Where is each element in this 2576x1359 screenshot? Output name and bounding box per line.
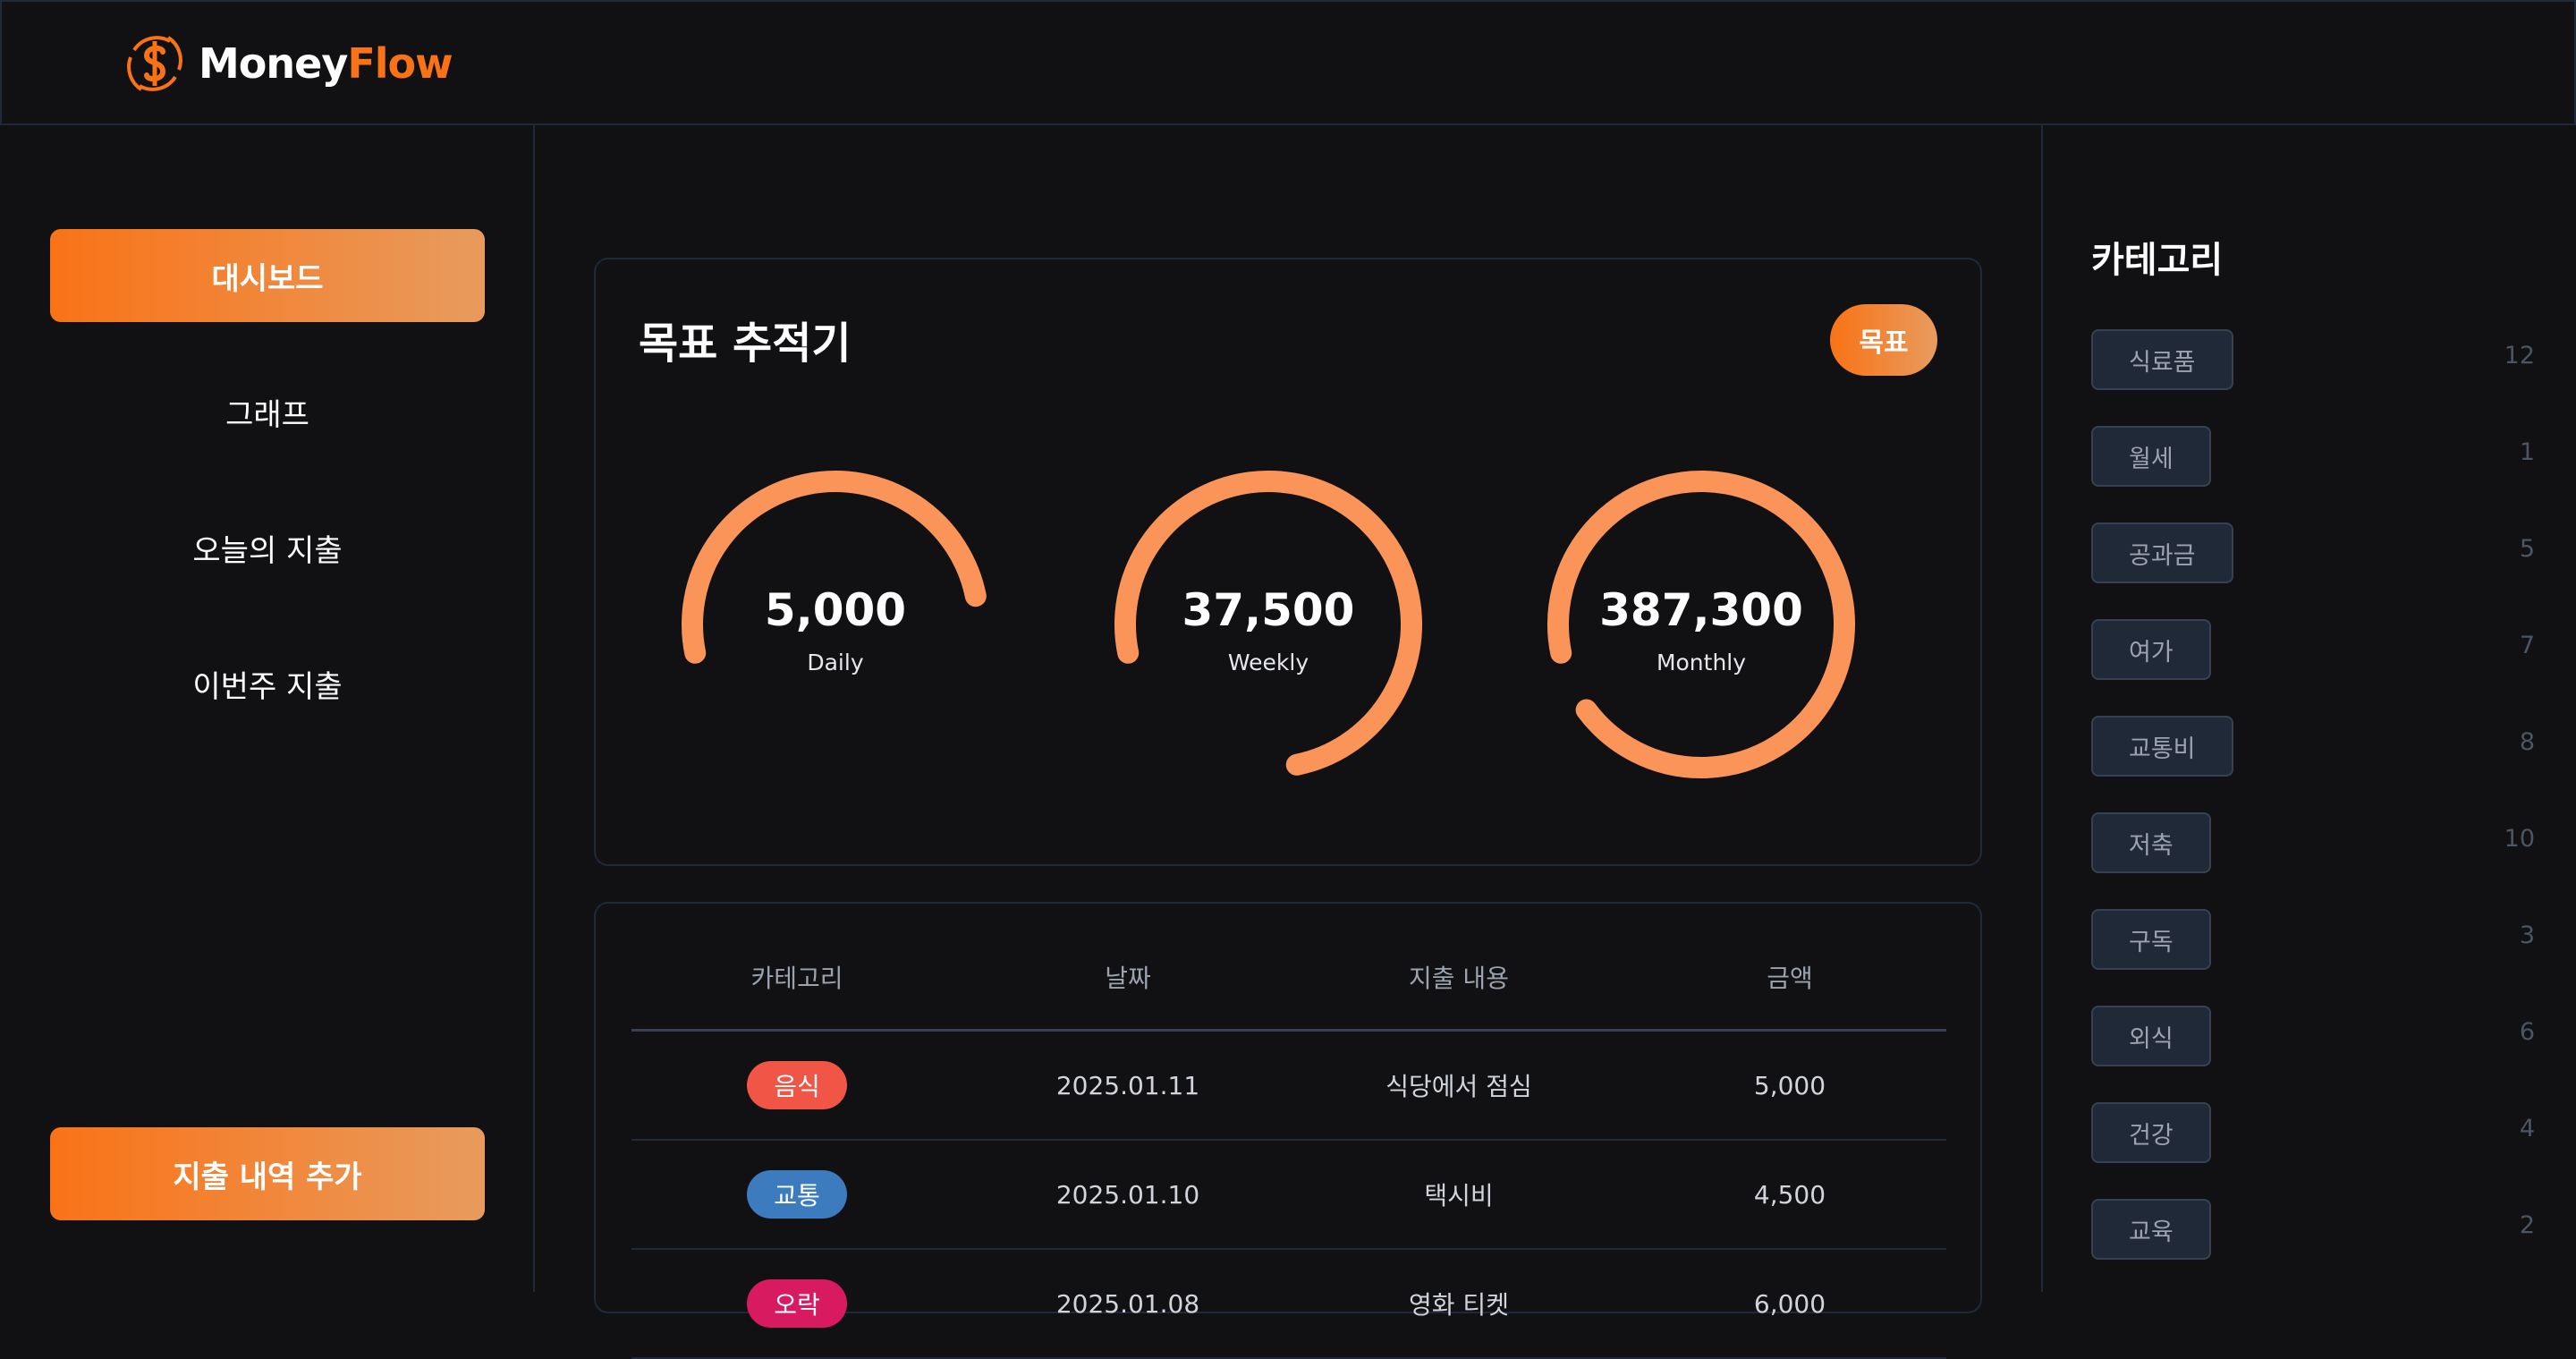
category-tag[interactable]: 식료품 (2091, 329, 2233, 390)
gauge-weekly: 37,500 Weekly (1107, 463, 1429, 786)
dollar-cycle-icon (127, 36, 182, 91)
category-item[interactable]: 건강 4 (2091, 1102, 2535, 1163)
category-item[interactable]: 저축 10 (2091, 812, 2535, 873)
category-pill: 교통 (747, 1170, 847, 1219)
category-pill: 음식 (747, 1061, 847, 1109)
category-item[interactable]: 식료품 12 (2091, 329, 2535, 390)
category-item[interactable]: 월세 1 (2091, 426, 2535, 487)
column-header-date: 날짜 (1105, 964, 1151, 993)
goal-tracker-title: 목표 추적기 (639, 319, 852, 369)
row-amount: 5,000 (1753, 1070, 1826, 1100)
sidebar: 대시보드 그래프 오늘의 지출 이번주 지출 지출 내역 추가 (0, 125, 535, 1292)
top-header: MoneyFlow (0, 0, 2576, 125)
gauge-daily-label: Daily (807, 650, 864, 675)
category-tag[interactable]: 여가 (2091, 619, 2211, 680)
gauge-daily: 5,000 Daily (674, 463, 996, 786)
expense-table: 카테고리 날짜 지출 내용 금액 음식 2025.01.11 식당에서 점심 5… (594, 902, 1982, 1359)
category-tag[interactable]: 교통비 (2091, 716, 2233, 777)
table-row[interactable]: 음식 2025.01.11 식당에서 점심 5,000 (631, 1032, 1946, 1141)
category-count: 2 (2519, 1211, 2535, 1239)
row-date: 2025.01.10 (1055, 1179, 1200, 1210)
add-expense-button[interactable]: 지출 내역 추가 (50, 1127, 485, 1220)
gauge-monthly: 387,300 Monthly (1540, 463, 1862, 786)
category-tag[interactable]: 저축 (2091, 812, 2211, 873)
category-tag[interactable]: 구독 (2091, 909, 2211, 970)
row-date: 2025.01.11 (1055, 1070, 1200, 1100)
category-count: 7 (2519, 632, 2535, 659)
gauge-weekly-value: 37,500 (1182, 584, 1355, 636)
gauge-monthly-value: 387,300 (1599, 584, 1803, 636)
category-count: 4 (2519, 1115, 2535, 1142)
category-count: 1 (2519, 438, 2535, 466)
category-item[interactable]: 구독 3 (2091, 909, 2535, 970)
row-amount: 4,500 (1753, 1179, 1826, 1210)
category-tag[interactable]: 교육 (2091, 1199, 2211, 1260)
category-panel: 카테고리 식료품 12 월세 1 공과금 5 여가 7 교통비 8 저축 10 구독 3 외식… (2041, 125, 2576, 1292)
nav-item-graph[interactable]: 그래프 (50, 365, 485, 458)
gauge-weekly-label: Weekly (1227, 650, 1309, 675)
category-count: 5 (2519, 535, 2535, 563)
nav-item-today-spending[interactable]: 오늘의 지출 (50, 501, 485, 594)
category-item[interactable]: 교통비 8 (2091, 716, 2535, 777)
row-description: 택시비 (1424, 1181, 1494, 1210)
category-item[interactable]: 외식 6 (2091, 1006, 2535, 1066)
category-count: 3 (2519, 922, 2535, 949)
gauge-daily-value: 5,000 (764, 584, 907, 636)
category-item[interactable]: 교육 2 (2091, 1199, 2535, 1260)
goal-tracker-card: 목표 추적기 목표 5,000 Daily 37,500 Weekly 387,… (594, 258, 1982, 866)
gauge-monthly-label: Monthly (1656, 650, 1747, 675)
column-header-amount: 금액 (1767, 964, 1813, 993)
category-tag[interactable]: 월세 (2091, 426, 2211, 487)
app-name: MoneyFlow (199, 39, 453, 88)
category-count: 6 (2519, 1018, 2535, 1046)
table-row[interactable]: 교통 2025.01.10 택시비 4,500 (631, 1141, 1946, 1250)
row-description: 영화 티켓 (1409, 1290, 1509, 1320)
app-name-part2: Flow (347, 39, 453, 88)
category-tag[interactable]: 건강 (2091, 1102, 2211, 1163)
category-count: 8 (2519, 728, 2535, 756)
category-tag[interactable]: 외식 (2091, 1006, 2211, 1066)
category-count: 12 (2504, 342, 2535, 369)
row-date: 2025.01.08 (1055, 1288, 1200, 1319)
nav-item-week-spending[interactable]: 이번주 지출 (50, 637, 485, 730)
category-pill: 오락 (747, 1279, 847, 1328)
nav-item-dashboard[interactable]: 대시보드 (50, 229, 485, 322)
row-amount: 6,000 (1753, 1288, 1826, 1319)
goal-button[interactable]: 목표 (1830, 304, 1937, 376)
row-description: 식당에서 점심 (1385, 1072, 1532, 1101)
main-content: 목표 추적기 목표 5,000 Daily 37,500 Weekly 387,… (535, 125, 2041, 1359)
app-name-part1: Money (199, 39, 348, 88)
category-panel-title: 카테고리 (2091, 240, 2224, 281)
category-item[interactable]: 여가 7 (2091, 619, 2535, 680)
category-count: 10 (2504, 825, 2535, 853)
app-logo[interactable]: MoneyFlow (123, 30, 453, 97)
table-row[interactable]: 오락 2025.01.08 영화 티켓 6,000 (631, 1250, 1946, 1359)
category-tag[interactable]: 공과금 (2091, 522, 2233, 583)
column-header-category: 카테고리 (750, 964, 843, 993)
table-header: 카테고리 날짜 지출 내용 금액 (631, 904, 1946, 1032)
column-header-description: 지출 내용 (1409, 964, 1509, 993)
category-item[interactable]: 공과금 5 (2091, 522, 2535, 583)
